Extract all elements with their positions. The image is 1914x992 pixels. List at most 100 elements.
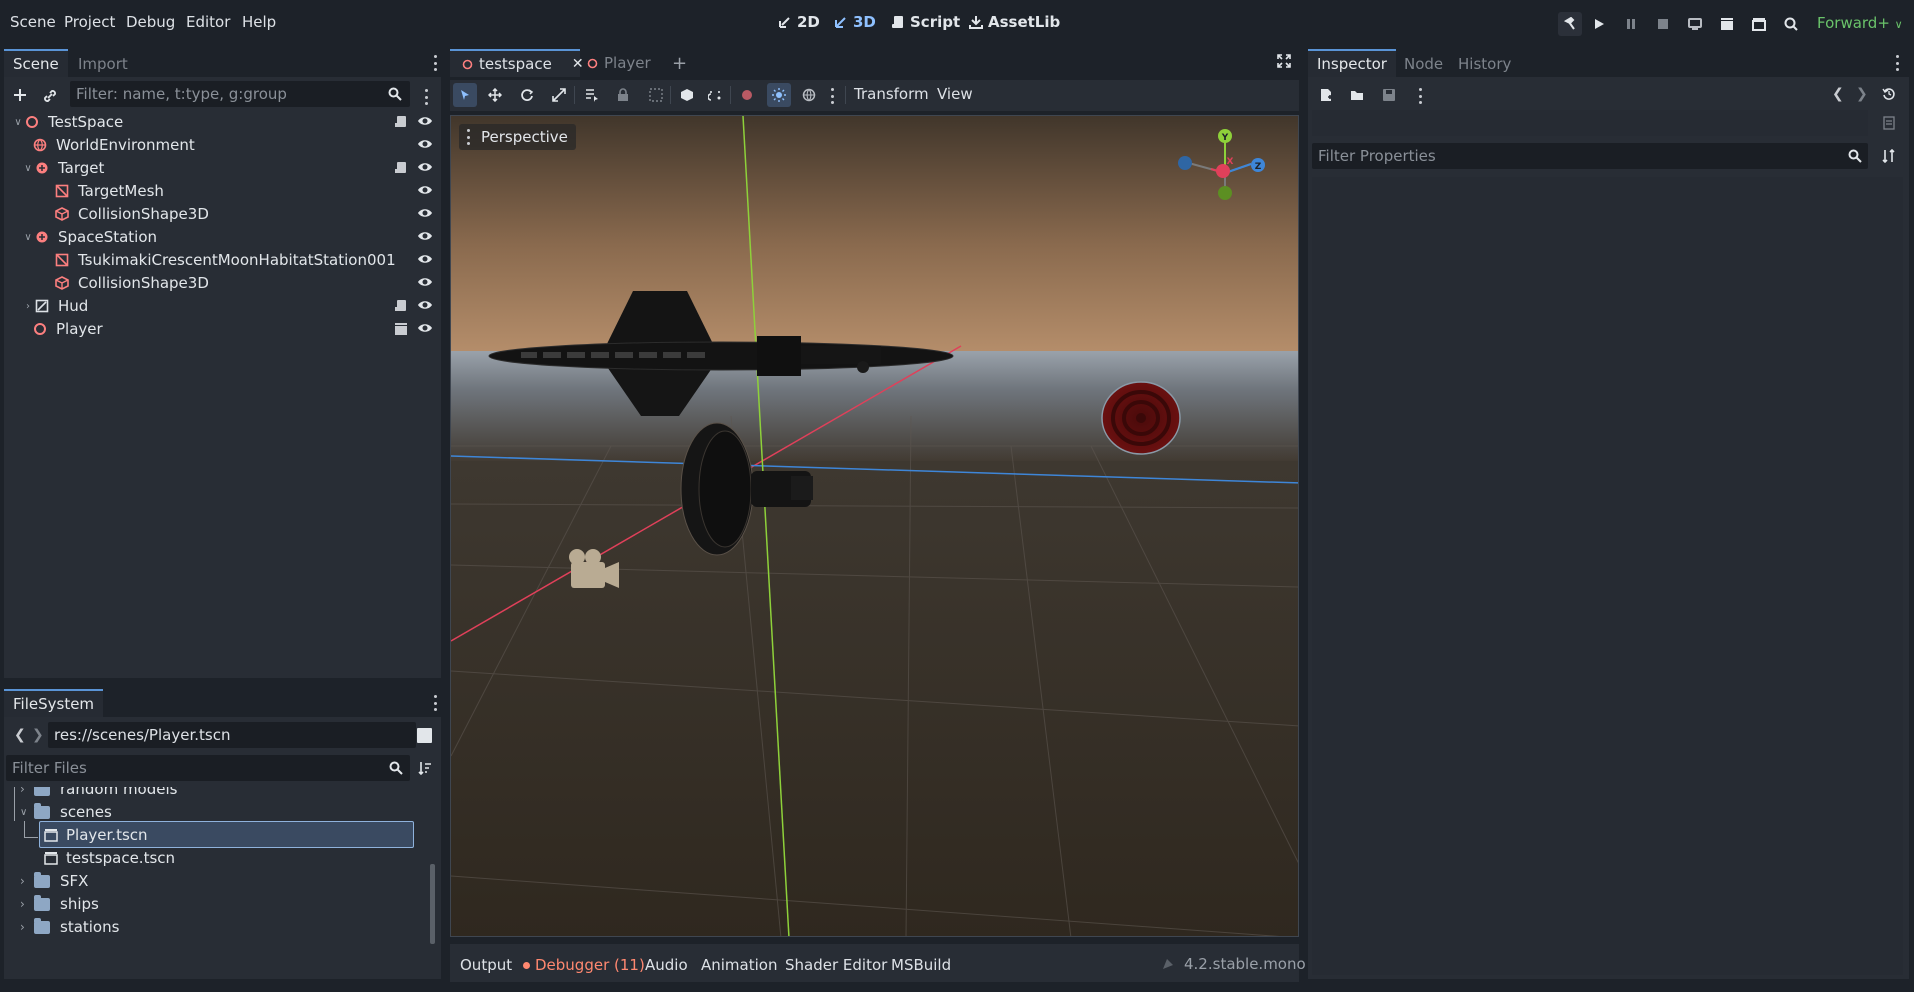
menu-help[interactable]: Help xyxy=(242,13,276,31)
save-icon[interactable] xyxy=(1382,88,1396,102)
rotate-mode-icon[interactable] xyxy=(520,88,534,102)
eye-icon[interactable] xyxy=(417,182,435,200)
stop-button[interactable] xyxy=(1652,13,1674,35)
eye-icon[interactable] xyxy=(417,251,435,269)
script-icon[interactable] xyxy=(394,161,410,177)
back-arrow-icon[interactable]: ❮ xyxy=(14,727,26,743)
movie-maker-button[interactable] xyxy=(1780,13,1802,35)
tab-shader-editor[interactable]: Shader Editor xyxy=(785,956,887,974)
globe-icon[interactable] xyxy=(802,88,816,102)
tab-output[interactable]: Output xyxy=(460,956,512,974)
play-custom-scene-button[interactable] xyxy=(1748,13,1770,35)
chevron-right-icon[interactable]: › xyxy=(20,897,34,911)
eye-icon[interactable] xyxy=(417,297,435,315)
tab-audio[interactable]: Audio xyxy=(645,956,688,974)
path-field[interactable]: res://scenes/Player.tscn xyxy=(48,722,416,748)
layout-toggle-icon[interactable] xyxy=(417,728,432,743)
history-forward-icon[interactable]: ❯ xyxy=(1856,86,1868,102)
add-node-button[interactable] xyxy=(12,87,32,107)
3d-viewport[interactable]: Y X Z Perspective xyxy=(450,115,1299,937)
chevron-down-icon[interactable]: ∨ xyxy=(12,117,24,128)
chevron-down-icon[interactable]: ∨ xyxy=(20,807,34,818)
doc-icon[interactable] xyxy=(1882,116,1896,130)
eye-icon[interactable] xyxy=(417,320,435,338)
move-mode-icon[interactable] xyxy=(488,88,502,102)
tab-msbuild[interactable]: MSBuild xyxy=(891,956,951,974)
instantiate-scene-button[interactable] xyxy=(42,88,62,108)
tab-debugger[interactable]: Debugger (11) xyxy=(523,956,645,974)
eye-icon[interactable] xyxy=(417,228,435,246)
local-space-icon[interactable] xyxy=(680,88,694,102)
tools-icon[interactable] xyxy=(1882,149,1896,163)
play-button[interactable] xyxy=(1588,13,1610,35)
group-icon[interactable] xyxy=(649,88,663,102)
play-current-scene-button[interactable] xyxy=(1716,13,1738,35)
menu-project[interactable]: Project xyxy=(64,13,115,31)
chevron-right-icon[interactable]: › xyxy=(20,874,34,888)
open-folder-icon[interactable] xyxy=(1350,88,1365,102)
open-scene-icon[interactable] xyxy=(394,322,410,338)
view-menu[interactable]: View xyxy=(937,85,973,103)
tab-testspace[interactable]: testspace ✕ xyxy=(450,49,584,77)
scrollbar[interactable] xyxy=(430,864,435,944)
file-item-stations[interactable]: › stations xyxy=(20,913,119,941)
tab-player[interactable]: Player xyxy=(587,49,651,77)
chevron-right-icon[interactable]: › xyxy=(22,301,34,312)
new-resource-icon[interactable] xyxy=(1319,88,1333,102)
forward-arrow-icon[interactable]: ❯ xyxy=(32,727,44,743)
chevron-right-icon[interactable]: › xyxy=(20,920,34,934)
dock-menu-icon[interactable] xyxy=(433,695,437,711)
mode-3d-button[interactable]: 3D xyxy=(834,13,876,31)
more-options-icon[interactable] xyxy=(830,88,834,104)
list-select-icon[interactable] xyxy=(585,88,599,102)
more-options-icon[interactable] xyxy=(1418,88,1422,104)
renderer-select[interactable]: Forward+ ∨ xyxy=(1817,14,1903,32)
tab-import[interactable]: Import xyxy=(69,49,137,77)
chevron-down-icon[interactable]: ∨ xyxy=(22,163,34,174)
dock-menu-icon[interactable] xyxy=(433,55,437,71)
sun-preview-icon[interactable] xyxy=(740,88,754,102)
chevron-right-icon[interactable]: › xyxy=(20,787,34,796)
dock-menu-icon[interactable] xyxy=(1895,55,1899,71)
select-mode-button[interactable] xyxy=(453,83,477,107)
tree-node-player[interactable]: Player xyxy=(12,315,442,343)
history-back-icon[interactable]: ❮ xyxy=(1832,86,1844,102)
mode-2d-button[interactable]: 2D xyxy=(778,13,820,31)
menu-debug[interactable]: Debug xyxy=(126,13,175,31)
eye-icon[interactable] xyxy=(417,205,435,223)
eye-icon[interactable] xyxy=(417,136,435,154)
menu-scene[interactable]: Scene xyxy=(10,13,56,31)
sort-icon[interactable] xyxy=(418,761,432,775)
tab-history[interactable]: History xyxy=(1449,49,1520,77)
scene-filter-input[interactable]: Filter: name, t:type, g:group xyxy=(70,81,410,107)
lock-icon[interactable] xyxy=(617,88,629,102)
perspective-menu[interactable]: Perspective xyxy=(459,124,576,150)
tab-scene[interactable]: Scene xyxy=(4,49,68,77)
property-filter-input[interactable]: Filter Properties xyxy=(1312,143,1868,169)
mode-assetlib-button[interactable]: AssetLib xyxy=(969,13,1060,31)
tab-inspector[interactable]: Inspector xyxy=(1308,49,1396,77)
script-icon[interactable] xyxy=(394,299,410,315)
eye-icon[interactable] xyxy=(417,274,435,292)
menu-editor[interactable]: Editor xyxy=(186,13,230,31)
remote-debug-button[interactable] xyxy=(1684,13,1706,35)
pause-button[interactable] xyxy=(1620,13,1642,35)
snap-icon[interactable] xyxy=(708,88,722,102)
scale-mode-icon[interactable] xyxy=(552,88,566,102)
build-button[interactable] xyxy=(1558,12,1582,36)
mode-script-button[interactable]: Script xyxy=(891,13,960,31)
tab-filesystem[interactable]: FileSystem xyxy=(4,689,104,717)
eye-icon[interactable] xyxy=(417,113,435,131)
eye-icon[interactable] xyxy=(417,159,435,177)
tab-animation[interactable]: Animation xyxy=(701,956,777,974)
script-icon[interactable] xyxy=(394,115,410,131)
scene-options-icon[interactable] xyxy=(424,89,428,105)
env-preview-button[interactable] xyxy=(767,83,791,107)
distraction-free-icon[interactable] xyxy=(1277,54,1291,68)
close-icon[interactable]: ✕ xyxy=(572,56,584,72)
file-filter-input[interactable]: Filter Files xyxy=(6,755,410,781)
tab-node[interactable]: Node xyxy=(1395,49,1452,77)
chevron-down-icon[interactable]: ∨ xyxy=(22,232,34,243)
add-tab-icon[interactable]: + xyxy=(672,53,687,74)
object-history-icon[interactable] xyxy=(1882,87,1896,101)
